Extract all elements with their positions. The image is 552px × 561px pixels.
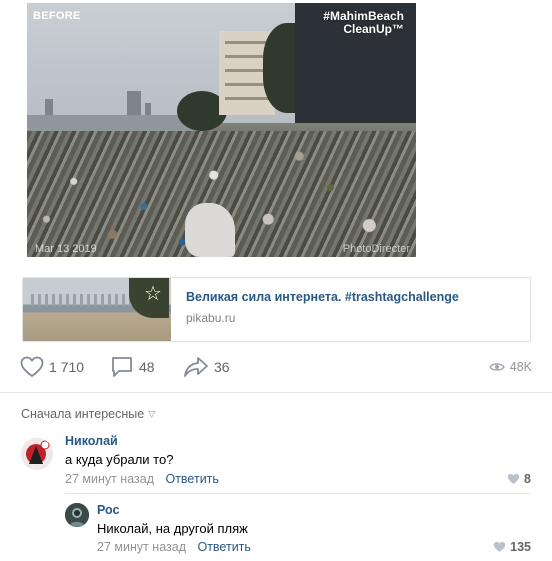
post-photo[interactable]: BEFORE #MahimBeach CleanUp™ Mar 13 2019 … — [27, 3, 416, 257]
photo-plastic-bag — [185, 203, 235, 257]
share-icon — [184, 357, 208, 377]
photo-hashtag-line2: CleanUp™ — [343, 22, 404, 36]
comment-time[interactable]: 27 минут назад — [65, 472, 154, 486]
share-button[interactable]: 36 — [183, 355, 230, 379]
heart-icon — [20, 356, 44, 377]
comment-time[interactable]: 27 минут назад — [97, 540, 186, 554]
comment-like-button[interactable]: 135 — [493, 540, 531, 554]
comments-sort-dropdown[interactable]: Сначала интересные ▽ — [21, 407, 155, 421]
view-count: 48K — [509, 360, 532, 374]
star-icon[interactable]: ☆ — [142, 283, 164, 305]
photo-watermark: PhotoDirecter — [342, 243, 410, 255]
view-counter: 48K — [488, 355, 532, 379]
avatar-image — [21, 438, 53, 470]
chevron-down-icon: ▽ — [148, 408, 156, 419]
comment-author[interactable]: Николай — [65, 434, 118, 448]
comment-text: а куда убрали то? — [65, 452, 174, 467]
link-snippet[interactable]: ☆ Великая сила интернета. #trashtagchall… — [22, 277, 531, 342]
share-count: 36 — [214, 359, 230, 375]
post-actions: 1 710 48 36 48K — [20, 355, 532, 379]
eye-icon — [488, 363, 505, 371]
photo-before-label: BEFORE — [33, 10, 81, 22]
comment-author[interactable]: Рос — [97, 503, 119, 517]
photo-skyline — [127, 91, 141, 117]
comment-like-button[interactable]: 8 — [507, 472, 531, 486]
reply-button[interactable]: Ответить — [165, 472, 218, 486]
comment-like-count: 8 — [524, 472, 531, 486]
avatar[interactable] — [65, 503, 89, 527]
like-button[interactable]: 1 710 — [20, 355, 84, 379]
link-thumbnail[interactable]: ☆ — [23, 278, 171, 341]
divider — [0, 392, 552, 393]
avatar-image — [65, 503, 89, 527]
divider — [65, 493, 531, 494]
comment-icon — [112, 357, 132, 377]
heart-icon — [507, 473, 520, 484]
reply-button[interactable]: Ответить — [197, 540, 250, 554]
avatar[interactable] — [21, 438, 53, 470]
photo-date: Mar 13 2019 — [35, 243, 97, 255]
comment-text: Николай, на другой пляж — [97, 521, 248, 536]
link-title[interactable]: Великая сила интернета. #trashtagchallen… — [186, 290, 459, 304]
comment-meta: 27 минут назад Ответить — [97, 540, 251, 554]
comment-count: 48 — [139, 359, 155, 375]
comment-button[interactable]: 48 — [110, 355, 155, 379]
comments-sort-label: Сначала интересные — [21, 407, 145, 421]
link-domain: pikabu.ru — [186, 311, 236, 325]
comment-like-count: 135 — [510, 540, 531, 554]
photo-hashtag: #MahimBeach CleanUp™ — [323, 10, 404, 36]
like-count: 1 710 — [49, 359, 85, 375]
heart-icon — [493, 541, 506, 552]
comment-meta: 27 минут назад Ответить — [65, 472, 219, 486]
